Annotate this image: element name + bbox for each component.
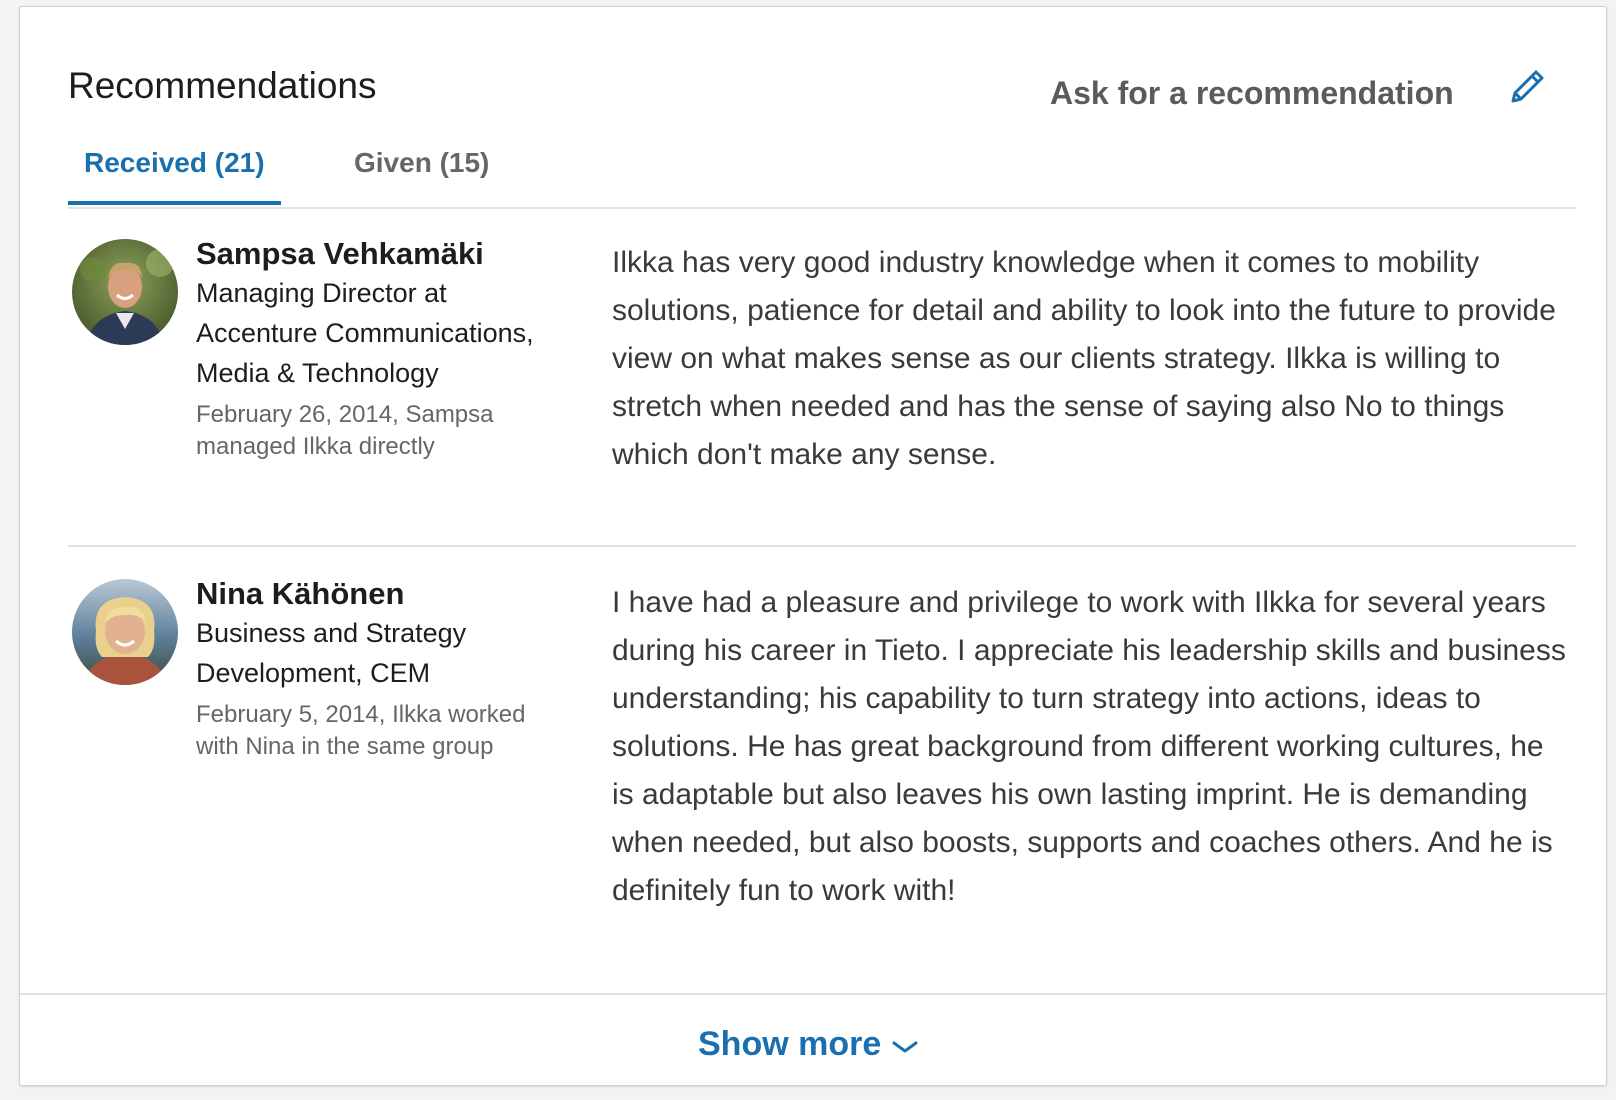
recommendation-text: I have had a pleasure and privilege to w… — [612, 586, 1566, 907]
card-footer: Show more — [20, 993, 1606, 1087]
recommender-headline: Business and Strategy Development, CEM — [196, 618, 467, 688]
recommender-info: Sampsa Vehkamäki Managing Director at Ac… — [196, 236, 556, 463]
recommendations-card: Recommendations Ask for a recommendation… — [19, 6, 1607, 1086]
recommendation-date: February 5, 2014, Ilkka worked with Nina… — [196, 701, 526, 760]
recommender-headline: Managing Director at Accenture Communica… — [196, 278, 534, 388]
recommender-info: Nina Kähönen Business and Strategy Devel… — [196, 576, 556, 763]
recommender-name[interactable]: Sampsa Vehkamäki — [196, 235, 556, 273]
recommender-name[interactable]: Nina Kähönen — [196, 575, 556, 613]
recommendation-item: Sampsa Vehkamäki Managing Director at Ac… — [68, 236, 1576, 547]
recommendation-date: February 26, 2014, Sampsa managed Ilkka … — [196, 401, 494, 460]
recommendation-item: Nina Kähönen Business and Strategy Devel… — [68, 576, 1576, 969]
tab-received[interactable]: Received (21) — [68, 147, 281, 205]
section-title: Recommendations — [68, 65, 377, 106]
pencil-icon[interactable] — [1505, 63, 1551, 109]
show-more-button[interactable]: Show more — [698, 1025, 881, 1064]
tab-given[interactable]: Given (15) — [354, 147, 489, 199]
avatar[interactable] — [72, 239, 178, 345]
ask-recommendation-link[interactable]: Ask for a recommendation — [1050, 75, 1454, 112]
recommendation-text: Ilkka has very good industry knowledge w… — [612, 246, 1556, 471]
recommendation-tabs: Received (21) Given (15) — [68, 135, 1576, 209]
chevron-down-icon[interactable] — [890, 1035, 920, 1057]
avatar[interactable] — [72, 579, 178, 685]
